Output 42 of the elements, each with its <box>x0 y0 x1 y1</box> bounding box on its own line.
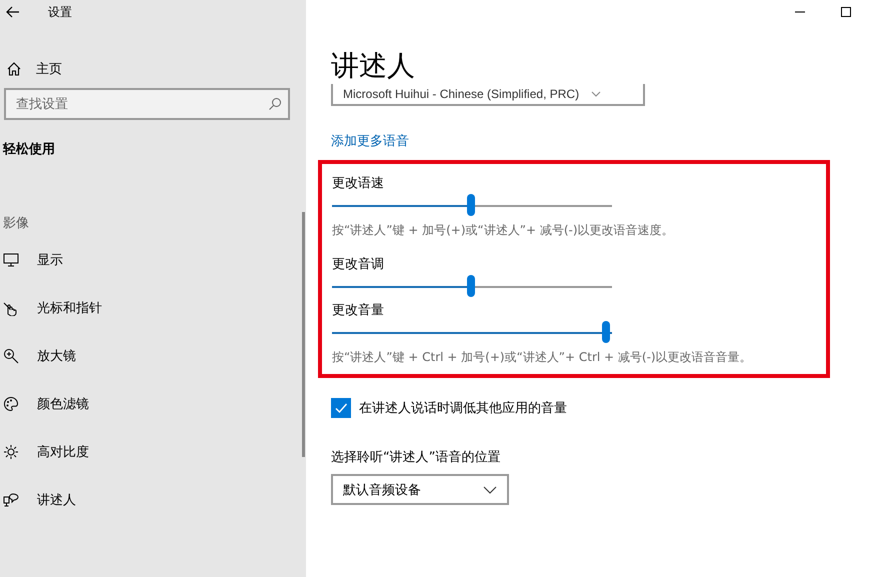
sidebar-item[interactable]: 放大镜 <box>0 332 293 380</box>
hint-text: 按“讲述人”键 + 加号(+)或“讲述人”+ 减号(-)以更改语音速度。 <box>332 222 675 239</box>
output-label: 选择聆听“讲述人”语音的位置 <box>331 449 502 466</box>
slider-label: 更改音量 <box>332 302 385 320</box>
page-title: 讲述人 <box>331 48 416 84</box>
sidebar-item[interactable]: 讲述人 <box>0 476 293 524</box>
sidebar-item[interactable]: 高对比度 <box>0 428 293 476</box>
search-icon <box>268 97 282 111</box>
section-heading: 影像 <box>3 215 30 233</box>
chevron-down-icon <box>483 486 497 494</box>
scrollbar[interactable] <box>302 212 305 457</box>
checkbox-option[interactable]: 在讲述人说话时调低其他应用的音量 <box>331 398 876 418</box>
slider-thumb[interactable] <box>467 275 475 297</box>
hand-pointer-icon <box>3 300 19 316</box>
sun-icon <box>3 444 19 460</box>
speech-monitor-icon <box>3 492 19 508</box>
sidebar-item[interactable]: 显示 <box>0 236 293 284</box>
zoom-in-icon <box>3 348 19 364</box>
home-icon <box>6 61 22 77</box>
checkbox[interactable] <box>331 398 351 418</box>
slider-thumb[interactable] <box>467 194 475 216</box>
maximize-icon[interactable] <box>840 6 852 18</box>
slider-thumb[interactable] <box>602 321 610 343</box>
search-field[interactable]: 查找设置 <box>4 88 290 120</box>
slider-label: 更改语速 <box>332 175 385 193</box>
output-dropdown[interactable]: 默认音频设备 <box>331 474 509 505</box>
monitor-icon <box>3 252 19 268</box>
chevron-down-icon <box>591 91 602 97</box>
home-link[interactable]: 主页 <box>6 58 306 80</box>
slider-track[interactable] <box>332 321 612 345</box>
voice-dropdown[interactable]: Microsoft Huihui - Chinese (Simplified, PRC) <box>331 84 645 106</box>
hint-text: 按“讲述人”键 + Ctrl + 加号(+)或“讲述人”+ Ctrl + 减号(-)以更改语音音量。 <box>332 349 753 366</box>
palette-icon <box>3 396 19 412</box>
window-title: 设置 <box>48 4 72 20</box>
slider-label: 更改音调 <box>332 256 385 274</box>
sidebar-item[interactable]: 颜色滤镜 <box>0 380 293 428</box>
slider-track[interactable] <box>332 194 612 218</box>
category-heading: 轻松使用 <box>3 141 56 158</box>
back-arrow-icon[interactable] <box>6 6 20 18</box>
add-voices-link[interactable]: 添加更多语音 <box>331 132 409 150</box>
sidebar-item[interactable]: 光标和指针 <box>0 284 293 332</box>
slider-track[interactable] <box>332 275 612 299</box>
